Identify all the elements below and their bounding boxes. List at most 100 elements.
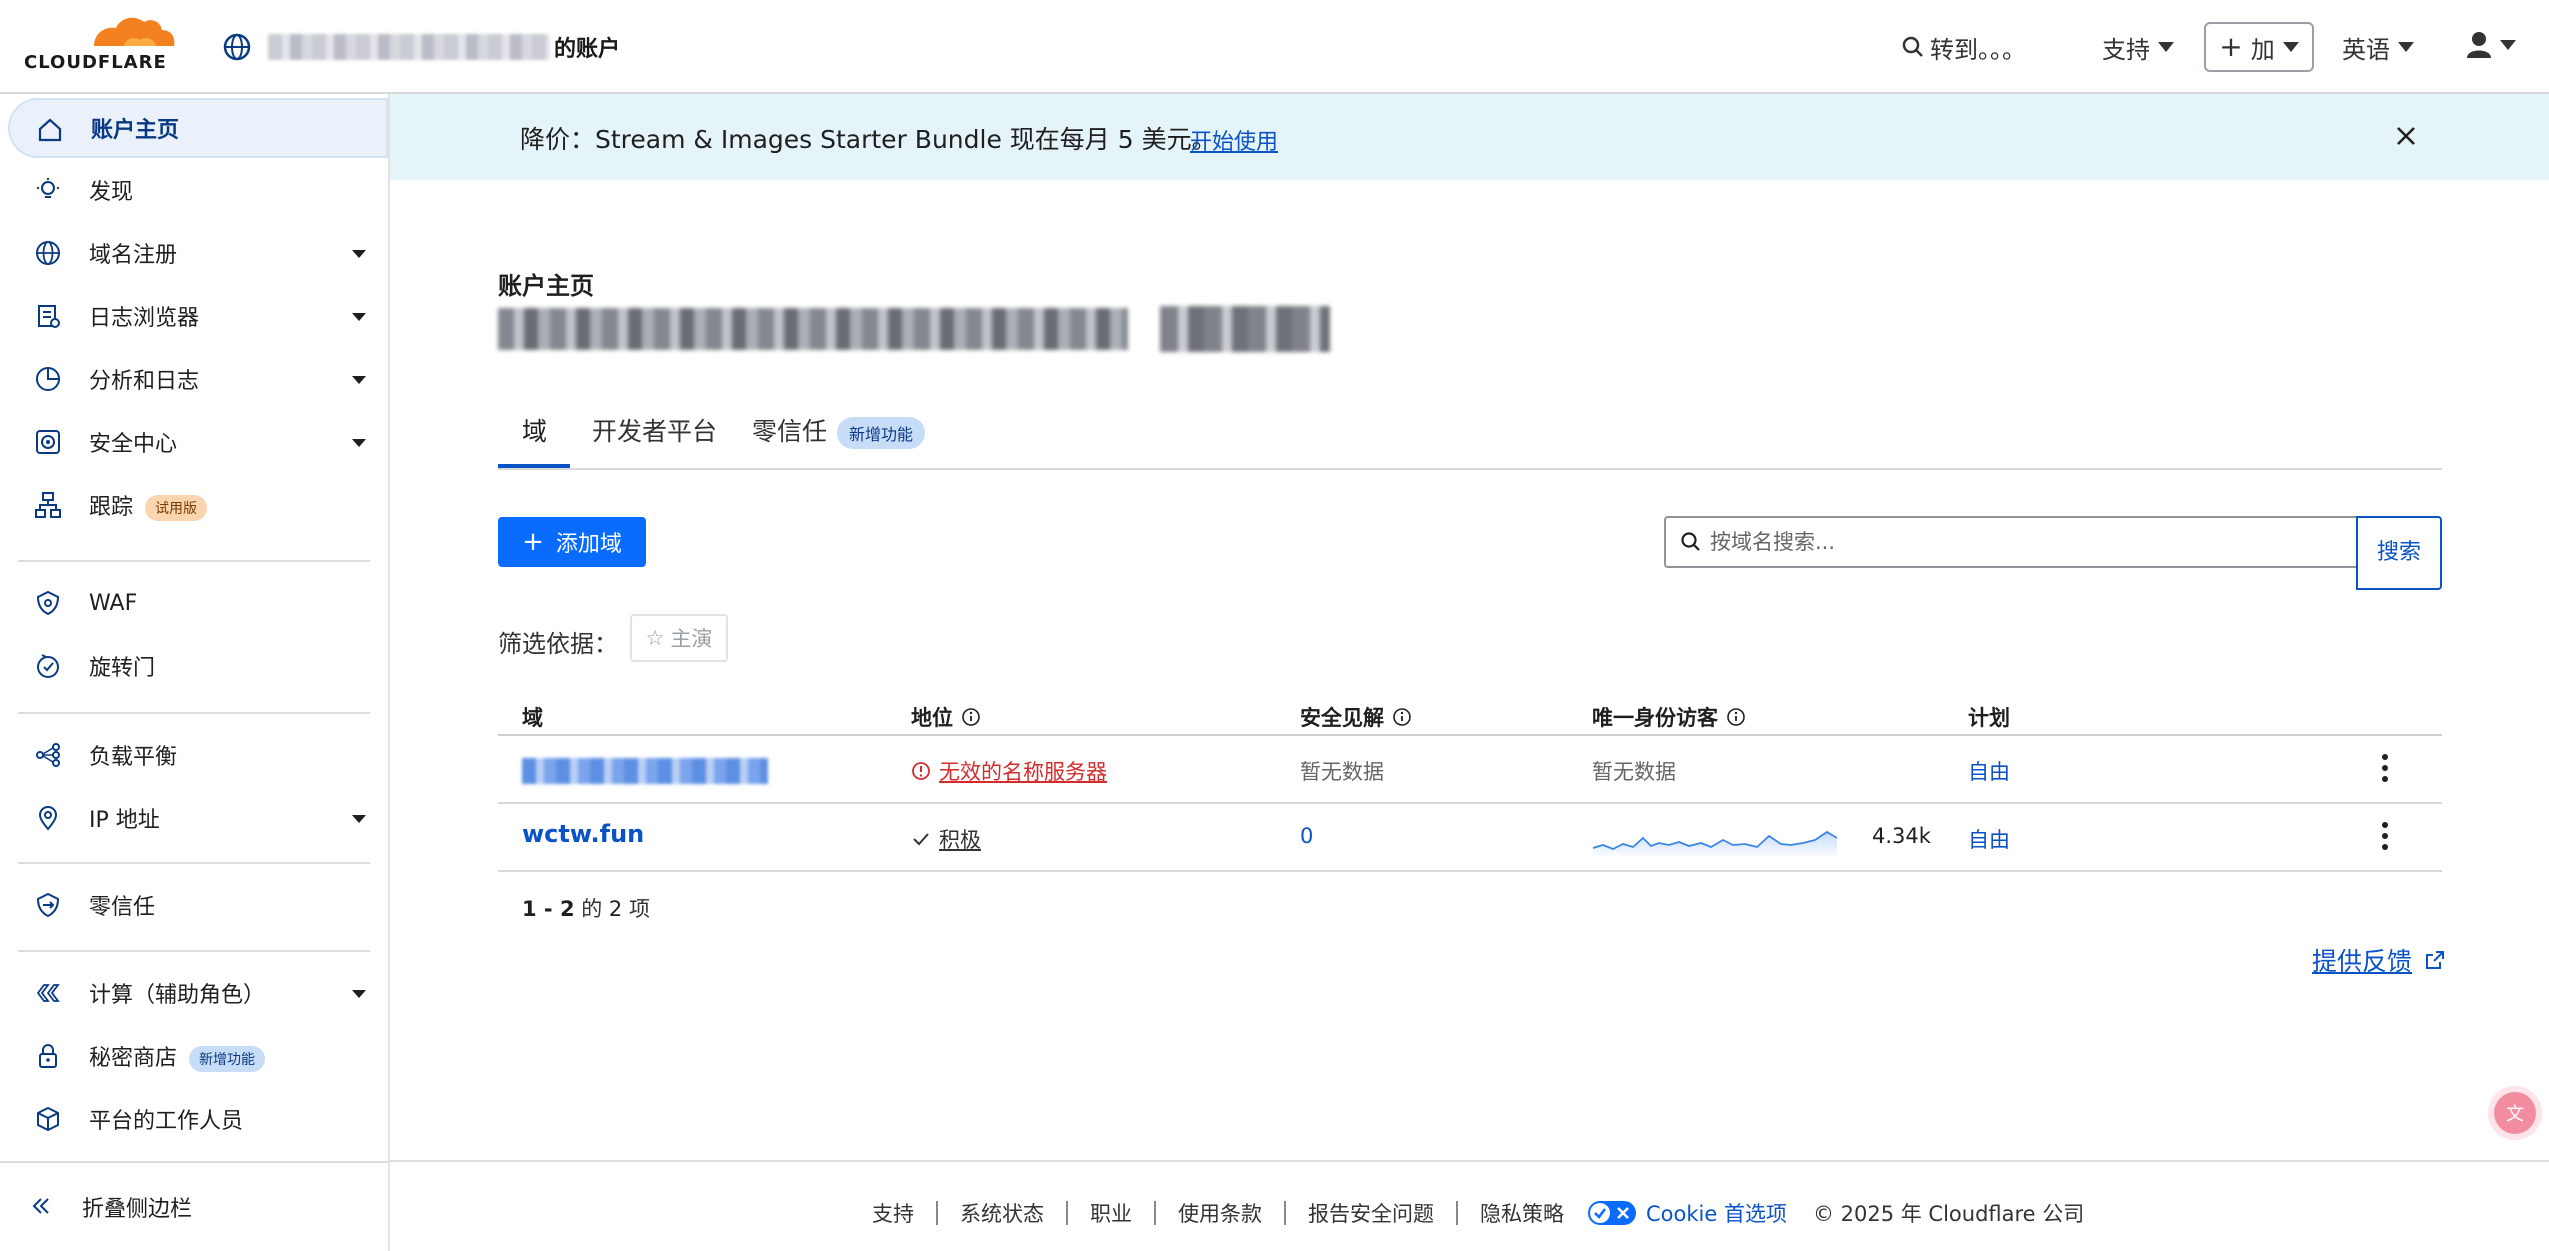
sidebar-divider (18, 950, 370, 952)
tab-label: 零信任 (752, 417, 828, 446)
footer-link-terms[interactable]: 使用条款 (1178, 1198, 1262, 1228)
footer-separator (1284, 1201, 1286, 1225)
add-button[interactable]: + 加 (2204, 22, 2314, 72)
sidebar-item-account-home[interactable]: 账户主页 (8, 98, 388, 158)
table-row[interactable]: wctw.fun 积极 0 4.34k 自由 (498, 804, 2442, 872)
column-header-security-insights[interactable]: 安全见解 (1300, 702, 1412, 732)
chevron-down-icon (352, 250, 366, 258)
status-invalid-nameservers[interactable]: 无效的名称服务器 (911, 756, 1107, 786)
support-menu[interactable]: 支持 (2102, 0, 2174, 94)
sidebar-item-label: 旋转门 (89, 656, 156, 681)
footer-link-report-security[interactable]: 报告安全问题 (1308, 1198, 1434, 1228)
footer-link-careers[interactable]: 职业 (1090, 1198, 1132, 1228)
chevron-down-icon (352, 439, 366, 447)
tab-zero-trust[interactable]: 零信任 新增功能 (752, 412, 926, 449)
footer-link-privacy[interactable]: 隐私策略 (1480, 1198, 1564, 1228)
info-icon[interactable] (961, 707, 981, 727)
kebab-dot (2382, 822, 2388, 828)
check-x-icon (1590, 1203, 1629, 1223)
sidebar-item-security-center[interactable]: 安全中心 (8, 412, 388, 472)
search-button[interactable]: 搜索 (2356, 516, 2442, 590)
footer-link-support[interactable]: 支持 (872, 1198, 914, 1228)
close-icon[interactable] (2390, 120, 2422, 152)
plan-link[interactable]: 自由 (1968, 824, 2010, 854)
sidebar-item-compute[interactable]: 计算（辅助角色） (8, 963, 388, 1023)
info-icon[interactable] (1726, 707, 1746, 727)
row-actions-menu[interactable] (2382, 822, 2390, 852)
sidebar-item-discover[interactable]: 发现 (8, 160, 388, 220)
security-insights-value[interactable]: 0 (1300, 824, 1313, 848)
pager-total: 2 (608, 897, 623, 921)
footer-separator (936, 1201, 938, 1225)
cookie-preferences-link[interactable]: Cookie 首选项 (1588, 1198, 1787, 1228)
language-menu[interactable]: 英语 (2342, 0, 2414, 94)
column-header-domain[interactable]: 域 (522, 702, 543, 732)
kebab-dot (2382, 754, 2388, 760)
starred-filter-chip[interactable]: ☆ 主演 (630, 614, 728, 662)
new-feature-badge: 新增功能 (189, 1046, 266, 1072)
account-email-redacted (498, 308, 1128, 350)
load-balance-icon (36, 743, 60, 767)
sidebar-item-waf[interactable]: WAF (8, 573, 388, 633)
sidebar-item-workers-platform[interactable]: 平台的工作人员 (8, 1089, 388, 1149)
location-pin-icon (38, 806, 58, 831)
account-name-redacted[interactable] (268, 34, 550, 60)
collapse-sidebar-button[interactable]: 折叠侧边栏 (0, 1161, 388, 1251)
shield-icon (36, 590, 60, 616)
copyright: © 2025 年 Cloudflare 公司 (1812, 1202, 2085, 1226)
sidebar-item-label: WAF (89, 590, 138, 616)
sidebar-item-zero-trust[interactable]: 零信任 (8, 875, 388, 935)
cloudflare-logo[interactable]: CLOUDFLARE (24, 16, 188, 76)
tab-developer-platform[interactable]: 开发者平台 (592, 412, 717, 448)
sidebar-item-label: 日志浏览器 (89, 306, 200, 331)
user-menu[interactable] (2466, 30, 2516, 60)
translate-extension-icon[interactable]: 文 (2494, 1092, 2536, 1134)
footer: 支持 系统状态 职业 使用条款 报告安全问题 隐私策略 Cookie 首选项 ©… (390, 1160, 2549, 1251)
sidebar-item-turnstile[interactable]: 旋转门 (8, 636, 388, 696)
main-content: 账户主页 域 开发者平台 零信任新增功能 + 添加域 搜索 筛选依据： ☆ 主演… (390, 180, 2549, 1160)
column-header-plan[interactable]: 计划 (1968, 702, 2010, 732)
sidebar-item-label: 跟踪 试用版 (89, 489, 208, 521)
info-icon[interactable] (1392, 707, 1412, 727)
goto-search[interactable]: 转到。。。 (1902, 0, 2026, 94)
row-actions-menu[interactable] (2382, 754, 2390, 784)
chevron-down-icon (2282, 42, 2299, 52)
chevron-down-icon (2500, 40, 2516, 50)
column-header-status[interactable]: 地位 (911, 702, 981, 732)
banner-get-started-link[interactable]: 开始使用 (1190, 124, 1278, 156)
footer-link-system-status[interactable]: 系统状态 (960, 1198, 1044, 1228)
sidebar-item-text: 跟踪 (89, 495, 134, 520)
pager-middle: 的 (574, 897, 609, 921)
add-domain-button[interactable]: + 添加域 (498, 517, 646, 567)
search-input[interactable] (1710, 518, 2350, 566)
feedback-link[interactable]: 提供反馈 (2312, 942, 2446, 978)
sidebar-item-analytics-logs[interactable]: 分析和日志 (8, 349, 388, 409)
goto-label: 转到。。。 (1930, 35, 2026, 64)
sidebar-item-log-explorer[interactable]: 日志浏览器 (8, 286, 388, 346)
sidebar-item-ip-addresses[interactable]: IP 地址 (8, 788, 388, 848)
status-active[interactable]: 积极 (911, 824, 981, 854)
column-header-label: 计划 (1968, 706, 2010, 730)
sidebar-item-secrets-store[interactable]: 秘密商店 新增功能 (8, 1026, 388, 1086)
radar-icon (36, 430, 60, 454)
domain-name-redacted[interactable] (522, 758, 768, 784)
table-row[interactable]: 无效的名称服务器 暂无数据 暂无数据 自由 (498, 736, 2442, 804)
add-domain-label: 添加域 (555, 532, 622, 557)
filter-label: 筛选依据： (498, 630, 618, 658)
status-text: 积极 (939, 828, 981, 852)
plus-icon: + (2219, 30, 2243, 63)
sidebar-item-load-balancing[interactable]: 负载平衡 (8, 725, 388, 785)
add-label: 加 (2250, 35, 2275, 64)
plan-link[interactable]: 自由 (1968, 756, 2010, 786)
sidebar-item-domain-registration[interactable]: 域名注册 (8, 223, 388, 283)
sidebar-item-trace[interactable]: 跟踪 试用版 (8, 475, 388, 535)
pagination-summary: 1 - 2 的 2 项 (522, 893, 650, 923)
sidebar-item-label: 负载平衡 (89, 745, 178, 770)
top-bar: CLOUDFLARE 的账户 转到。。。 支持 + 加 英语 (0, 0, 2549, 94)
domain-link[interactable]: wctw.fun (522, 820, 644, 848)
trial-badge: 试用版 (145, 495, 208, 521)
user-icon (2467, 32, 2491, 58)
column-header-unique-visitors[interactable]: 唯一身份访客 (1592, 702, 1746, 732)
tab-domains[interactable]: 域 (522, 412, 547, 448)
collapse-label: 折叠侧边栏 (82, 1197, 193, 1222)
